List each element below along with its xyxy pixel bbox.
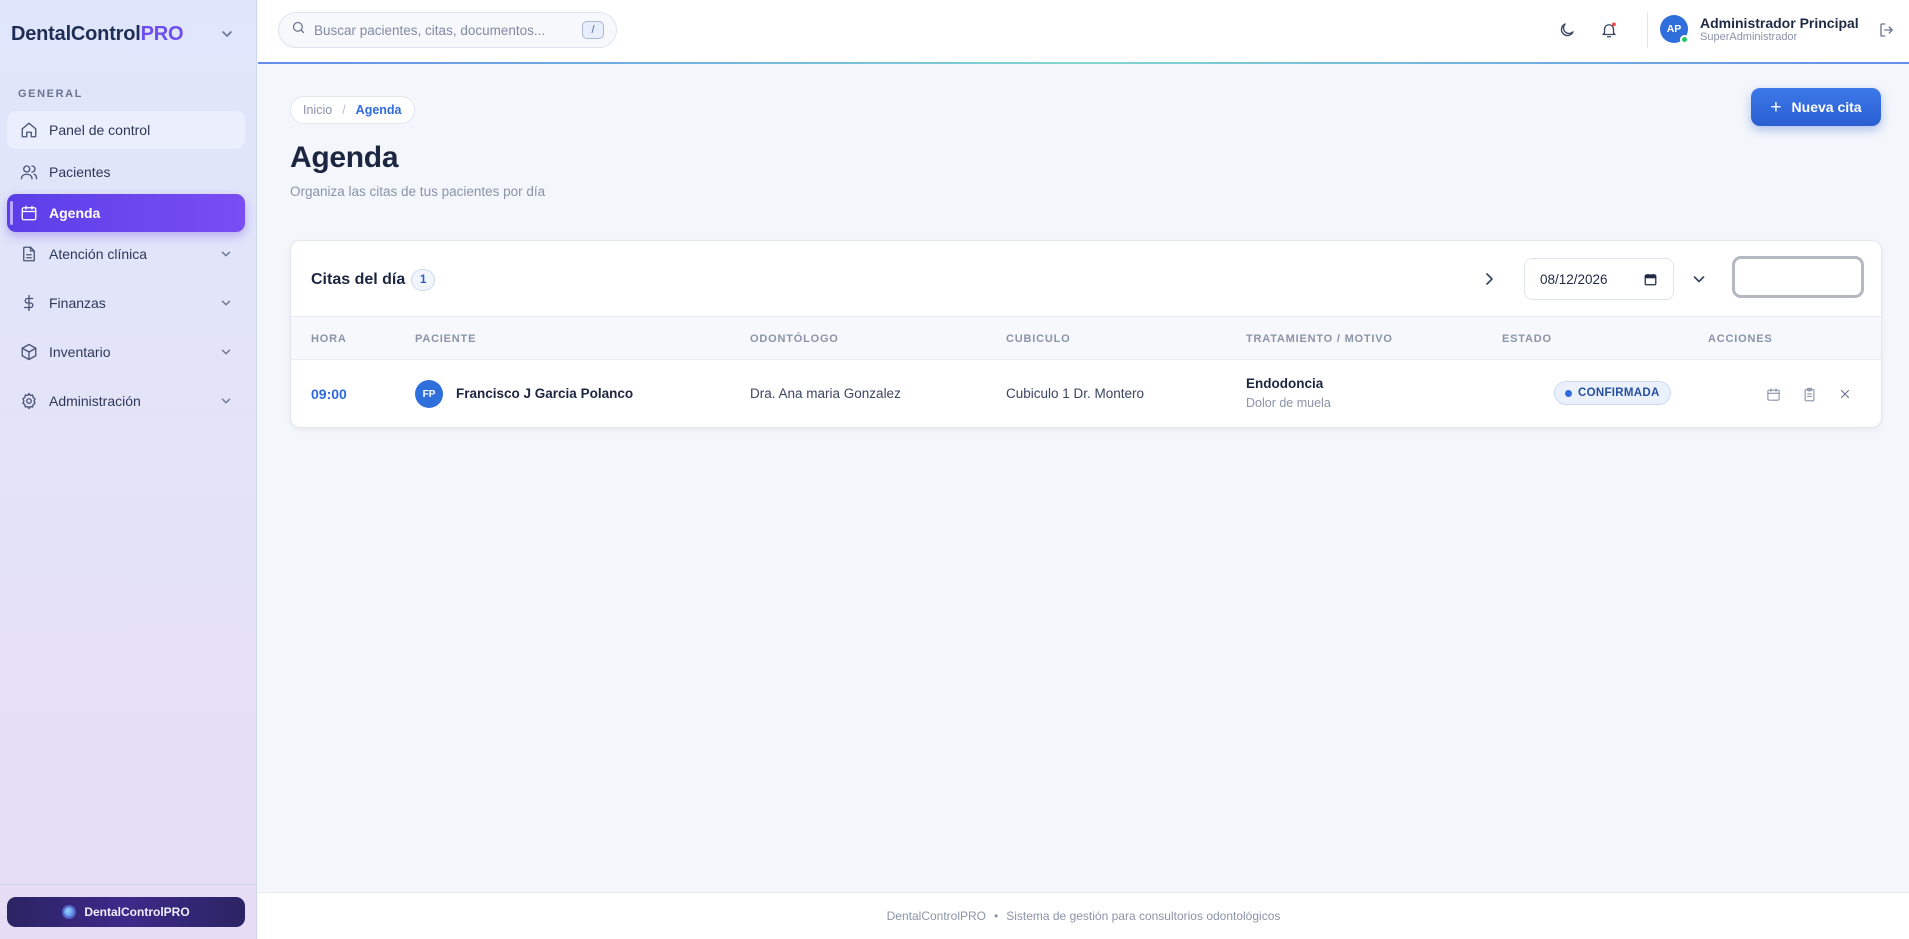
clipboard-icon[interactable] bbox=[1800, 385, 1818, 403]
date-value: 08/12/2026 bbox=[1540, 271, 1608, 287]
footer-tagline: Sistema de gestión para consultorios odo… bbox=[1006, 909, 1281, 923]
sidebar-item-administracion[interactable]: Administración bbox=[7, 382, 245, 420]
dentist-name: Dra. Ana maria Gonzalez bbox=[750, 386, 901, 401]
chevron-down-icon bbox=[219, 296, 233, 310]
chevron-down-icon bbox=[219, 345, 233, 359]
calendar-icon bbox=[19, 203, 39, 223]
home-icon bbox=[19, 120, 39, 140]
sidebar-item-label: Agenda bbox=[49, 205, 101, 221]
page-footer: DentalControlPRO • Sistema de gestión pa… bbox=[258, 892, 1909, 939]
sidebar-section-label: GENERAL bbox=[18, 88, 83, 100]
sidebar-item-agenda[interactable]: Agenda bbox=[7, 194, 245, 232]
footer-bullet: • bbox=[994, 909, 999, 923]
appointments-count-badge: 1 bbox=[411, 269, 436, 291]
table-header: HORA PACIENTE ODONTÓLOGO CUBICULO TRATAM… bbox=[291, 316, 1881, 360]
chevron-right-icon[interactable] bbox=[1481, 271, 1497, 287]
card-title-text: Citas del día bbox=[311, 271, 406, 288]
footer-app-name: DentalControlPRO bbox=[886, 909, 986, 923]
date-picker[interactable]: 08/12/2026 bbox=[1524, 258, 1674, 300]
file-icon bbox=[19, 244, 39, 264]
brand-logo-text: DentalControlPRO bbox=[11, 22, 184, 45]
chevron-down-icon[interactable] bbox=[1691, 271, 1707, 287]
brand-header[interactable]: DentalControlPRO bbox=[11, 20, 247, 48]
avatar[interactable]: AP bbox=[1660, 15, 1689, 44]
breadcrumb: Inicio / Agenda bbox=[290, 96, 415, 124]
treatment-name: Endodoncia bbox=[1246, 376, 1324, 391]
appointment-reason: Dolor de muela bbox=[1246, 396, 1331, 410]
logout-icon[interactable] bbox=[1876, 19, 1898, 41]
sidebar-item-label: Finanzas bbox=[49, 295, 106, 311]
search-box[interactable]: / bbox=[278, 12, 617, 48]
table-row[interactable]: 09:00 FP Francisco J Garcia Polanco Dra.… bbox=[291, 361, 1881, 427]
status-dot bbox=[1565, 389, 1572, 397]
sidebar: DentalControlPRO GENERAL Panel de contro… bbox=[0, 0, 257, 939]
divider bbox=[1647, 12, 1648, 48]
avatar: FP bbox=[415, 380, 443, 408]
close-icon[interactable] bbox=[1836, 385, 1854, 403]
breadcrumb-current: Agenda bbox=[355, 103, 402, 117]
sidebar-item-inventario[interactable]: Inventario bbox=[7, 333, 245, 371]
online-status-dot bbox=[1680, 35, 1689, 44]
cubicle-name: Cubiculo 1 Dr. Montero bbox=[1006, 386, 1145, 401]
search-input[interactable] bbox=[314, 22, 584, 38]
user-name[interactable]: Administrador Principal bbox=[1700, 15, 1859, 31]
page-subtitle: Organiza las citas de tus pacientes por … bbox=[290, 184, 546, 199]
logo-icon bbox=[62, 905, 77, 919]
search-icon bbox=[291, 20, 306, 40]
status-badge: CONFIRMADA bbox=[1554, 381, 1671, 405]
sidebar-badge-label: DentalControlPRO bbox=[84, 905, 190, 919]
sidebar-item-label: Panel de control bbox=[49, 122, 151, 138]
reschedule-calendar-icon[interactable] bbox=[1764, 385, 1782, 403]
sidebar-item-label: Atención clínica bbox=[49, 246, 148, 262]
card-title: Citas del día 1 bbox=[311, 269, 436, 291]
settings-icon bbox=[19, 391, 39, 411]
patient-name[interactable]: Francisco J Garcia Polanco bbox=[456, 386, 633, 401]
moon-icon[interactable] bbox=[1556, 19, 1578, 41]
sidebar-item-panel-de-control[interactable]: Panel de control bbox=[7, 111, 245, 149]
sidebar-item-atencion-clinica[interactable]: Atención clínica bbox=[7, 235, 245, 273]
topbar-accent-line bbox=[258, 62, 1909, 64]
column-header: ACCIONES bbox=[1708, 333, 1773, 345]
divider bbox=[0, 884, 257, 885]
new-appointment-button[interactable]: + Nueva cita bbox=[1751, 88, 1881, 126]
breadcrumb-home-link[interactable]: Inicio bbox=[303, 103, 332, 117]
search-shortcut-key: / bbox=[582, 21, 604, 39]
calendar-icon[interactable] bbox=[1644, 273, 1657, 289]
filter-input[interactable] bbox=[1732, 256, 1864, 298]
column-header: PACIENTE bbox=[415, 333, 477, 345]
status-label: CONFIRMADA bbox=[1578, 387, 1660, 399]
box-icon bbox=[19, 342, 39, 362]
sidebar-item-pacientes[interactable]: Pacientes bbox=[7, 153, 245, 191]
chevron-down-icon bbox=[219, 247, 233, 261]
users-icon bbox=[19, 162, 39, 182]
column-header: ESTADO bbox=[1502, 333, 1552, 345]
appointment-time[interactable]: 09:00 bbox=[311, 386, 347, 402]
user-role: SuperAdministrador bbox=[1700, 31, 1798, 43]
chevron-down-icon[interactable] bbox=[219, 26, 235, 42]
column-header: ODONTÓLOGO bbox=[750, 333, 839, 345]
sidebar-app-badge: DentalControlPRO bbox=[7, 897, 245, 927]
appointments-card: Citas del día 1 08/12/2026 HORA PACIENTE… bbox=[290, 240, 1882, 428]
avatar-initials: AP bbox=[1666, 23, 1682, 35]
dollar-icon bbox=[19, 293, 39, 313]
column-header: TRATAMIENTO / MOTIVO bbox=[1246, 333, 1393, 345]
bell-icon[interactable] bbox=[1598, 19, 1620, 41]
sidebar-item-label: Administración bbox=[49, 393, 141, 409]
column-header: CUBICULO bbox=[1006, 333, 1071, 345]
page-title: Agenda bbox=[290, 141, 399, 174]
column-header: HORA bbox=[311, 333, 347, 345]
topbar: / AP Administrador Principal SuperAdmini… bbox=[258, 0, 1909, 62]
sidebar-item-label: Inventario bbox=[49, 344, 111, 360]
sidebar-item-finanzas[interactable]: Finanzas bbox=[7, 284, 245, 322]
plus-icon: + bbox=[1770, 96, 1782, 118]
sidebar-item-label: Pacientes bbox=[49, 164, 111, 180]
chevron-down-icon bbox=[219, 394, 233, 408]
breadcrumb-separator: / bbox=[342, 103, 346, 117]
new-appointment-label: Nueva cita bbox=[1791, 99, 1862, 115]
